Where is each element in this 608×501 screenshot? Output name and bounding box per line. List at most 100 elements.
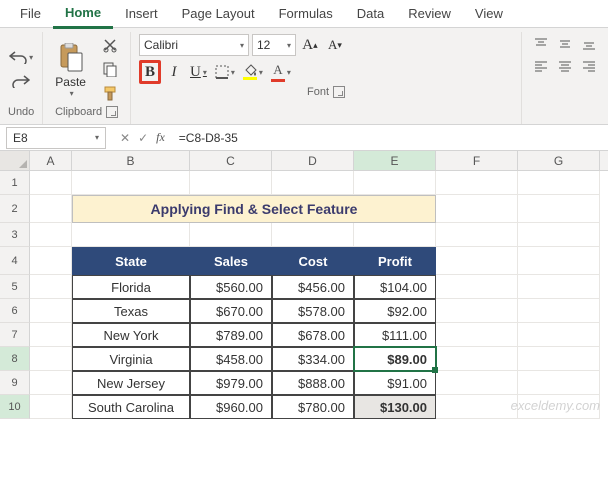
row-header[interactable]: 7 — [0, 323, 30, 347]
italic-button[interactable]: I — [163, 60, 185, 84]
align-bottom-button[interactable] — [578, 34, 600, 54]
table-cell[interactable]: $888.00 — [272, 371, 354, 395]
font-name-select[interactable]: Calibri ▾ — [139, 34, 249, 56]
table-cell[interactable]: $91.00 — [354, 371, 436, 395]
header-sales[interactable]: Sales — [190, 247, 272, 275]
table-cell[interactable]: Texas — [72, 299, 190, 323]
fx-icon[interactable]: fx — [156, 130, 165, 145]
tab-data[interactable]: Data — [345, 0, 396, 27]
cell[interactable] — [30, 275, 72, 299]
table-cell[interactable]: Florida — [72, 275, 190, 299]
cell[interactable] — [30, 299, 72, 323]
table-cell[interactable]: $578.00 — [272, 299, 354, 323]
table-cell[interactable]: South Carolina — [72, 395, 190, 419]
format-painter-button[interactable] — [98, 82, 122, 104]
cell[interactable] — [436, 195, 518, 223]
cell[interactable] — [436, 371, 518, 395]
cell[interactable] — [436, 323, 518, 347]
font-color-button[interactable]: A ▾ — [268, 60, 294, 84]
table-cell[interactable]: $456.00 — [272, 275, 354, 299]
cell[interactable] — [518, 371, 600, 395]
cell[interactable] — [436, 299, 518, 323]
col-header-e[interactable]: E — [354, 151, 436, 170]
cut-button[interactable] — [98, 34, 122, 56]
col-header-g[interactable]: G — [518, 151, 600, 170]
cell[interactable] — [518, 299, 600, 323]
header-state[interactable]: State — [72, 247, 190, 275]
table-title[interactable]: Applying Find & Select Feature — [72, 195, 436, 223]
borders-button[interactable]: ▾ — [212, 60, 238, 84]
table-cell[interactable]: $678.00 — [272, 323, 354, 347]
cell[interactable] — [518, 223, 600, 247]
cell[interactable] — [518, 347, 600, 371]
row-header[interactable]: 3 — [0, 223, 30, 247]
tab-pagelayout[interactable]: Page Layout — [170, 0, 267, 27]
col-header-f[interactable]: F — [436, 151, 518, 170]
cell[interactable] — [436, 347, 518, 371]
table-cell[interactable]: New York — [72, 323, 190, 347]
cell[interactable] — [72, 223, 190, 247]
undo-button[interactable]: ▾ — [9, 46, 33, 68]
row-header[interactable]: 4 — [0, 247, 30, 275]
tab-view[interactable]: View — [463, 0, 515, 27]
row-header[interactable]: 5 — [0, 275, 30, 299]
shrink-font-button[interactable]: A▾ — [324, 34, 346, 56]
formula-input[interactable]: =C8-D8-35 — [173, 131, 608, 145]
redo-button[interactable] — [9, 70, 33, 92]
header-cost[interactable]: Cost — [272, 247, 354, 275]
copy-button[interactable] — [98, 58, 122, 80]
table-cell[interactable]: New Jersey — [72, 371, 190, 395]
table-cell[interactable]: $560.00 — [190, 275, 272, 299]
table-cell[interactable]: $960.00 — [190, 395, 272, 419]
table-cell[interactable]: $111.00 — [354, 323, 436, 347]
table-cell[interactable]: $979.00 — [190, 371, 272, 395]
align-top-button[interactable] — [530, 34, 552, 54]
cell[interactable] — [436, 275, 518, 299]
row-header[interactable]: 2 — [0, 195, 30, 223]
row-header[interactable]: 6 — [0, 299, 30, 323]
cell[interactable] — [518, 171, 600, 195]
align-middle-button[interactable] — [554, 34, 576, 54]
cell[interactable] — [30, 223, 72, 247]
table-cell[interactable]: $334.00 — [272, 347, 354, 371]
table-cell[interactable]: $780.00 — [272, 395, 354, 419]
table-cell[interactable]: Virginia — [72, 347, 190, 371]
align-left-button[interactable] — [530, 56, 552, 76]
cell[interactable] — [190, 223, 272, 247]
tab-home[interactable]: Home — [53, 0, 113, 29]
cell[interactable] — [436, 171, 518, 195]
cell[interactable] — [30, 171, 72, 195]
name-box[interactable]: E8 ▾ — [6, 127, 106, 149]
cell[interactable] — [30, 395, 72, 419]
font-size-select[interactable]: 12 ▾ — [252, 34, 296, 56]
col-header-d[interactable]: D — [272, 151, 354, 170]
tab-review[interactable]: Review — [396, 0, 463, 27]
row-header[interactable]: 8 — [0, 347, 30, 371]
cell[interactable] — [30, 247, 72, 275]
table-cell[interactable]: $789.00 — [190, 323, 272, 347]
cell[interactable] — [436, 395, 518, 419]
selected-cell[interactable]: $130.00 — [354, 395, 436, 419]
cell[interactable] — [518, 275, 600, 299]
row-header[interactable]: 10 — [0, 395, 30, 419]
font-launcher[interactable] — [333, 86, 345, 98]
col-header-b[interactable]: B — [72, 151, 190, 170]
col-header-a[interactable]: A — [30, 151, 72, 170]
header-profit[interactable]: Profit — [354, 247, 436, 275]
cell[interactable] — [518, 247, 600, 275]
tab-formulas[interactable]: Formulas — [267, 0, 345, 27]
select-all-button[interactable] — [0, 151, 30, 170]
cell[interactable] — [30, 347, 72, 371]
cell[interactable] — [30, 323, 72, 347]
table-cell[interactable]: $104.00 — [354, 275, 436, 299]
cell[interactable] — [518, 323, 600, 347]
chevron-down-icon[interactable]: ▾ — [70, 89, 74, 98]
clipboard-launcher[interactable] — [106, 106, 118, 118]
bold-button[interactable]: B — [139, 60, 161, 84]
cell[interactable] — [518, 195, 600, 223]
cell[interactable] — [190, 171, 272, 195]
fill-color-button[interactable]: ▾ — [240, 60, 266, 84]
cell[interactable] — [354, 171, 436, 195]
cell[interactable] — [272, 223, 354, 247]
active-cell[interactable]: $89.00 — [354, 347, 436, 371]
